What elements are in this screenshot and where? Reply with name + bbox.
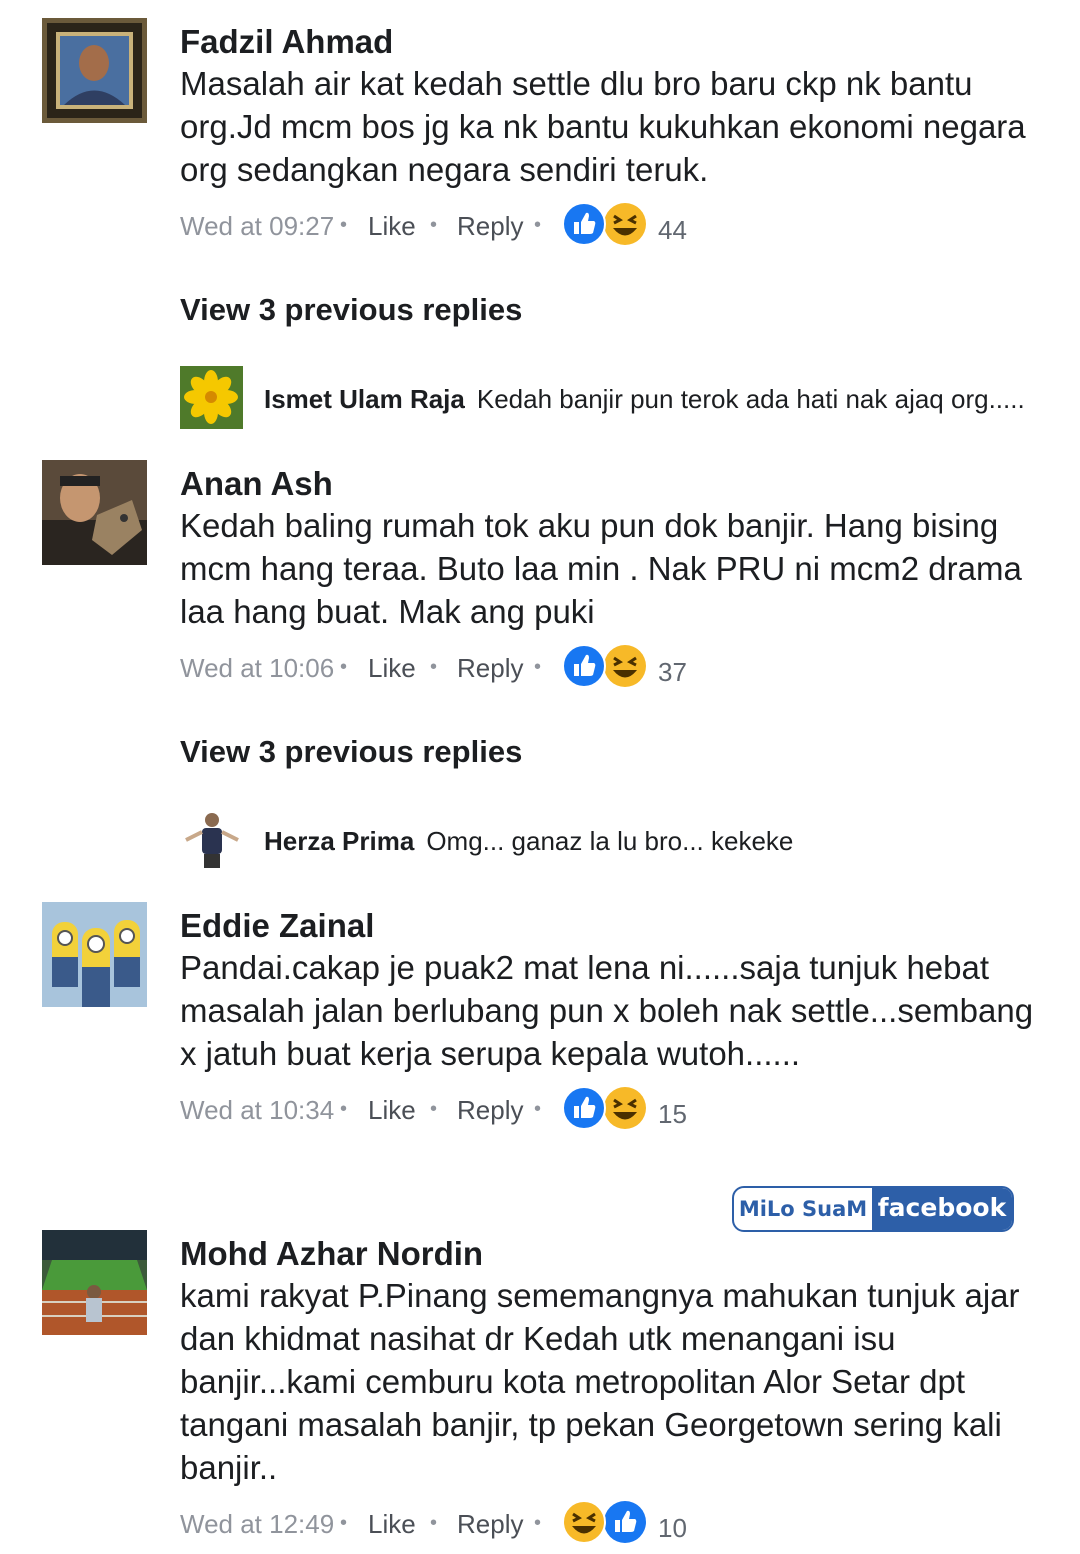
- like-button[interactable]: Like: [368, 211, 416, 242]
- avatar[interactable]: [42, 902, 147, 1007]
- view-previous-replies[interactable]: View 3 previous replies: [180, 292, 522, 328]
- watermark-left-text: MiLo SuaM: [738, 1197, 868, 1221]
- reaction-summary[interactable]: [562, 1499, 652, 1545]
- reaction-count[interactable]: 44: [658, 215, 687, 246]
- avatar[interactable]: [180, 808, 243, 871]
- avatar[interactable]: [42, 460, 147, 565]
- avatar[interactable]: [180, 366, 243, 429]
- reply-button[interactable]: Reply: [457, 1095, 523, 1126]
- comment-actions: Wed at 10:06 • Like • Reply • 37: [180, 643, 1040, 693]
- latest-reply[interactable]: Herza Prima Omg... ganaz la lu bro... kek…: [180, 808, 1060, 872]
- reaction-summary[interactable]: [562, 201, 652, 247]
- like-icon: [562, 1086, 606, 1130]
- haha-icon: [604, 1087, 646, 1129]
- comment-actions: Wed at 09:27 • Like • Reply • 44: [180, 201, 1040, 251]
- haha-icon: [604, 645, 646, 687]
- like-icon: [562, 644, 606, 688]
- comment-author[interactable]: Fadzil Ahmad: [180, 22, 1040, 62]
- like-button[interactable]: Like: [368, 1509, 416, 1540]
- like-button[interactable]: Like: [368, 1095, 416, 1126]
- reply-author[interactable]: Herza Prima: [264, 826, 414, 856]
- reply-button[interactable]: Reply: [457, 211, 523, 242]
- latest-reply[interactable]: Ismet Ulam Raja Kedah banjir pun terok ad…: [180, 366, 1060, 430]
- separator-dot: •: [430, 214, 438, 236]
- reply-button[interactable]: Reply: [457, 1509, 523, 1540]
- reaction-summary[interactable]: [562, 643, 652, 689]
- reply-text: Kedah banjir pun terok ada hati nak ajaq…: [476, 384, 1025, 414]
- comment-text: Kedah baling rumah tok aku pun dok banji…: [180, 507, 1022, 630]
- comment-text: Masalah air kat kedah settle dlu bro bar…: [180, 65, 1026, 188]
- like-button[interactable]: Like: [368, 653, 416, 684]
- reaction-summary[interactable]: [562, 1085, 652, 1131]
- comment-actions: Wed at 10:34 • Like • Reply • 15: [180, 1085, 1040, 1135]
- separator-dot: •: [534, 1098, 542, 1120]
- separator-dot: •: [430, 656, 438, 678]
- separator-dot: •: [534, 1512, 542, 1534]
- watermark-badge: MiLo SuaM facebook: [732, 1186, 1014, 1232]
- comment-actions: Wed at 12:49 • Like • Reply • 10: [180, 1499, 1040, 1549]
- separator-dot: •: [534, 656, 542, 678]
- separator-dot: •: [340, 214, 348, 236]
- reply-author[interactable]: Ismet Ulam Raja: [264, 384, 465, 414]
- separator-dot: •: [340, 656, 348, 678]
- avatar[interactable]: [42, 18, 147, 123]
- comment-author[interactable]: Eddie Zainal: [180, 906, 1040, 946]
- separator-dot: •: [340, 1098, 348, 1120]
- separator-dot: •: [534, 214, 542, 236]
- comment-text: kami rakyat P.Pinang sememangnya mahukan…: [180, 1277, 1020, 1486]
- reaction-count[interactable]: 10: [658, 1513, 687, 1544]
- reaction-count[interactable]: 37: [658, 657, 687, 688]
- reply-text: Omg... ganaz la lu bro... kekeke: [426, 826, 794, 856]
- reply-preview: Ismet Ulam Raja Kedah banjir pun terok ad…: [264, 384, 1025, 415]
- reply-preview: Herza Prima Omg... ganaz la lu bro... kek…: [264, 826, 793, 857]
- comment-timestamp[interactable]: Wed at 12:49: [180, 1509, 334, 1540]
- reaction-count[interactable]: 15: [658, 1099, 687, 1130]
- reply-button[interactable]: Reply: [457, 653, 523, 684]
- comment-author[interactable]: Mohd Azhar Nordin: [180, 1234, 1040, 1274]
- comment-author[interactable]: Anan Ash: [180, 464, 1040, 504]
- comment-timestamp[interactable]: Wed at 09:27: [180, 211, 334, 242]
- comment-text: Pandai.cakap je puak2 mat lena ni......s…: [180, 949, 1034, 1072]
- separator-dot: •: [430, 1098, 438, 1120]
- avatar[interactable]: [42, 1230, 147, 1335]
- like-icon: [604, 1501, 646, 1543]
- separator-dot: •: [430, 1512, 438, 1534]
- like-icon: [562, 202, 606, 246]
- haha-icon: [562, 1500, 606, 1544]
- haha-icon: [604, 203, 646, 245]
- separator-dot: •: [340, 1512, 348, 1534]
- comment-timestamp[interactable]: Wed at 10:34: [180, 1095, 334, 1126]
- view-previous-replies[interactable]: View 3 previous replies: [180, 734, 522, 770]
- comment-timestamp[interactable]: Wed at 10:06: [180, 653, 334, 684]
- watermark-right-text: facebook: [872, 1188, 1012, 1230]
